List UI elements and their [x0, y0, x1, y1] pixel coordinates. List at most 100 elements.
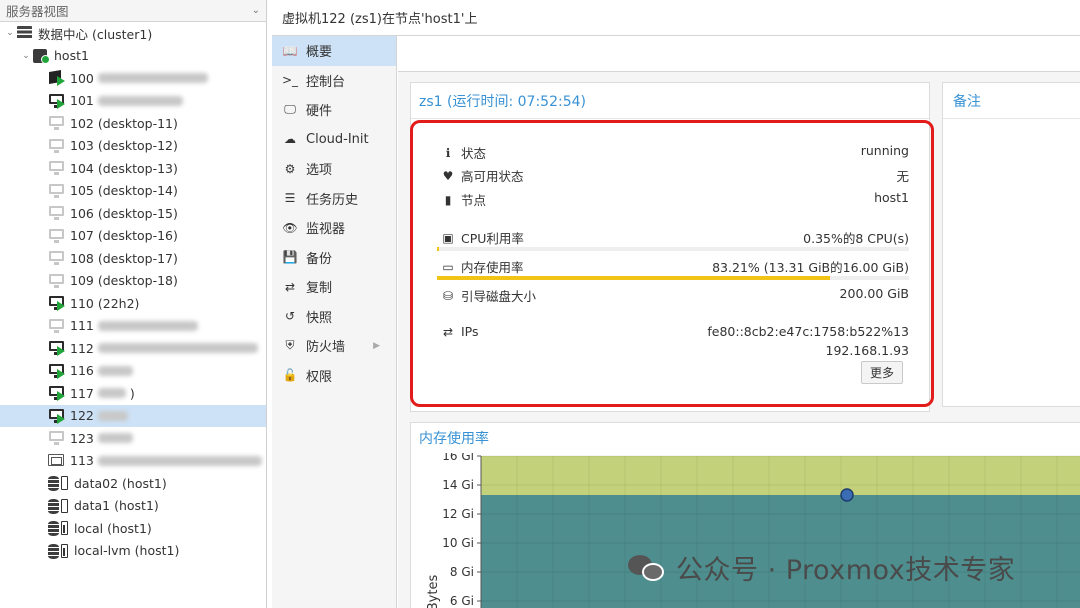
- info-icon: ℹ: [445, 145, 451, 160]
- tree-item-vm[interactable]: 102 (desktop-11): [0, 112, 266, 135]
- nav-item-9[interactable]: ↺ 快照: [272, 302, 396, 332]
- disk-value: 200.00 GiB: [839, 286, 909, 301]
- notes-header: 备注: [943, 83, 1080, 119]
- vm-id: 103: [70, 138, 94, 154]
- redacted-name: [97, 343, 258, 354]
- nav-item-0[interactable]: 📖 概要: [272, 36, 396, 66]
- tree-item-vm[interactable]: 109 (desktop-18): [0, 270, 266, 293]
- toolbar: [398, 36, 1080, 72]
- tree-item-vm[interactable]: 112: [0, 337, 266, 360]
- more-button[interactable]: 更多: [860, 361, 903, 384]
- disk-row: ⛁ 引导磁盘大小 200.00 GiB: [439, 286, 909, 305]
- vm-name: (desktop-12): [97, 138, 178, 154]
- tree-item-vm[interactable]: 111: [0, 315, 266, 338]
- nav-item-8[interactable]: ⇄ 复制: [272, 272, 396, 302]
- redacted-name: [97, 388, 126, 399]
- wechat-logo-icon: [628, 553, 666, 583]
- tree-item-storage[interactable]: data1 (host1): [0, 495, 266, 518]
- vm-id: 110: [70, 295, 94, 311]
- nav-item-2[interactable]: 🖵 硬件: [272, 95, 396, 125]
- memory-label: 内存使用率: [461, 260, 524, 275]
- ha-value: 无: [896, 169, 909, 184]
- node-label: 节点: [461, 193, 487, 208]
- view-selector[interactable]: 服务器视图 ⌄: [0, 0, 266, 22]
- nav-item-label: 复制: [306, 281, 333, 297]
- tree-item-vm[interactable]: 100: [0, 67, 266, 90]
- vm-title-bar: 虚拟机122 (zs1)在节点'host1'上: [272, 0, 1080, 36]
- vm-id: 123: [70, 430, 94, 446]
- vm-id: 101: [70, 93, 94, 109]
- ips-row: ⇄ IPs fe80::8cb2:e47c:1758:b522%13: [439, 324, 909, 339]
- vm-stopped-icon: [48, 228, 66, 244]
- storage-icon: [48, 520, 70, 537]
- tree-item-storage[interactable]: local-lvm (host1): [0, 540, 266, 563]
- vm-stopped-icon: [48, 318, 66, 334]
- nav-item-label: 监视器: [306, 222, 346, 238]
- nav-item-1[interactable]: >_ 控制台: [272, 66, 396, 96]
- tree-item-vm[interactable]: 106 (desktop-15): [0, 202, 266, 225]
- exchange-icon: ⇄: [442, 324, 454, 339]
- nav-item-label: 备份: [306, 251, 333, 267]
- status-row: ℹ 状态 running: [439, 143, 909, 162]
- unlock-icon: 🔓: [282, 368, 298, 383]
- tree-item-vm[interactable]: 123: [0, 427, 266, 450]
- tree-item-vm[interactable]: 107 (desktop-16): [0, 225, 266, 248]
- collapse-icon[interactable]: ⌄: [20, 51, 32, 61]
- vm-stopped-icon: [48, 160, 66, 176]
- vm-id: 109: [70, 273, 94, 289]
- vm-stopped-icon: [48, 205, 66, 221]
- vm-id: 112: [70, 340, 94, 356]
- tree-item-vm[interactable]: 110 (22h2): [0, 292, 266, 315]
- floppy-icon: 💾: [282, 250, 298, 265]
- vm-id: 117: [70, 385, 94, 401]
- memory-icon: ▭: [442, 259, 454, 274]
- nav-item-label: 快照: [306, 310, 333, 326]
- nav-item-6[interactable]: 👁 监视器: [272, 213, 396, 243]
- tree-item-vm[interactable]: 108 (desktop-17): [0, 247, 266, 270]
- nav-item-10[interactable]: ⛨ 防火墙 ▶: [272, 331, 396, 361]
- tree-rows: ⌄ 数据中心 (cluster1) ⌄ host1 100 101 102 (desktop-…: [0, 22, 266, 562]
- notes-title: 备注: [953, 93, 981, 110]
- eye-icon: 👁: [282, 220, 298, 235]
- ips-label: IPs: [461, 324, 479, 339]
- vm-id: 105: [70, 183, 94, 199]
- memory-usage-fill: [437, 276, 830, 280]
- tree-item-vm[interactable]: 113: [0, 450, 266, 473]
- tree-item-host[interactable]: ⌄ host1: [0, 45, 266, 68]
- nav-item-7[interactable]: 💾 备份: [272, 243, 396, 273]
- tree-item-datacenter[interactable]: ⌄ 数据中心 (cluster1): [0, 22, 266, 45]
- tree-item-vm[interactable]: 117): [0, 382, 266, 405]
- y-tick-label: 14 Gi: [442, 478, 474, 492]
- nav-item-4[interactable]: ⚙ 选项: [272, 154, 396, 184]
- nav-item-11[interactable]: 🔓 权限: [272, 361, 396, 391]
- tree-item-storage[interactable]: data02 (host1): [0, 472, 266, 495]
- gear-icon: ⚙: [284, 161, 296, 176]
- tree-item-vm[interactable]: 101: [0, 90, 266, 113]
- server-icon: ▮: [444, 192, 452, 207]
- memory-row: ▭ 内存使用率 83.21% (13.31 GiB的16.00 GiB): [439, 257, 909, 276]
- cpu-usage-fill: [437, 247, 439, 251]
- tree-item-vm[interactable]: 122: [0, 404, 266, 427]
- nav-item-label: Cloud-Init: [306, 131, 369, 147]
- collapse-icon[interactable]: ⌄: [4, 28, 16, 38]
- vm-nav-menu: 📖 概要 >_ 控制台 🖵 硬件 ☁ Cloud-Init ⚙ 选项 ☰ 任务历史 👁 监视器 💾 备份 ⇄ 复制…: [272, 36, 397, 608]
- chevron-down-icon[interactable]: ⌄: [252, 5, 260, 16]
- notes-panel[interactable]: 备注: [942, 82, 1080, 407]
- tree-item-vm[interactable]: 104 (desktop-13): [0, 157, 266, 180]
- nav-item-5[interactable]: ☰ 任务历史: [272, 184, 396, 214]
- tree-item-vm[interactable]: 105 (desktop-14): [0, 180, 266, 203]
- nav-item-label: 概要: [306, 45, 333, 61]
- tree-datacenter-label: 数据中心 (cluster1): [38, 26, 153, 42]
- expand-arrow-icon[interactable]: ▶: [373, 341, 380, 351]
- ha-label: 高可用状态: [461, 169, 524, 184]
- heartbeat-icon: ♥: [442, 168, 454, 183]
- tree-item-storage[interactable]: local (host1): [0, 517, 266, 540]
- tree-item-vm[interactable]: 103 (desktop-12): [0, 135, 266, 158]
- node-row: ▮ 节点 host1: [439, 190, 909, 209]
- redacted-name: [97, 365, 133, 376]
- nav-item-3[interactable]: ☁ Cloud-Init: [272, 125, 396, 155]
- vm-id: 102: [70, 115, 94, 131]
- hover-data-point[interactable]: [840, 488, 854, 502]
- vm-running-icon: [48, 363, 66, 379]
- tree-item-vm[interactable]: 116: [0, 360, 266, 383]
